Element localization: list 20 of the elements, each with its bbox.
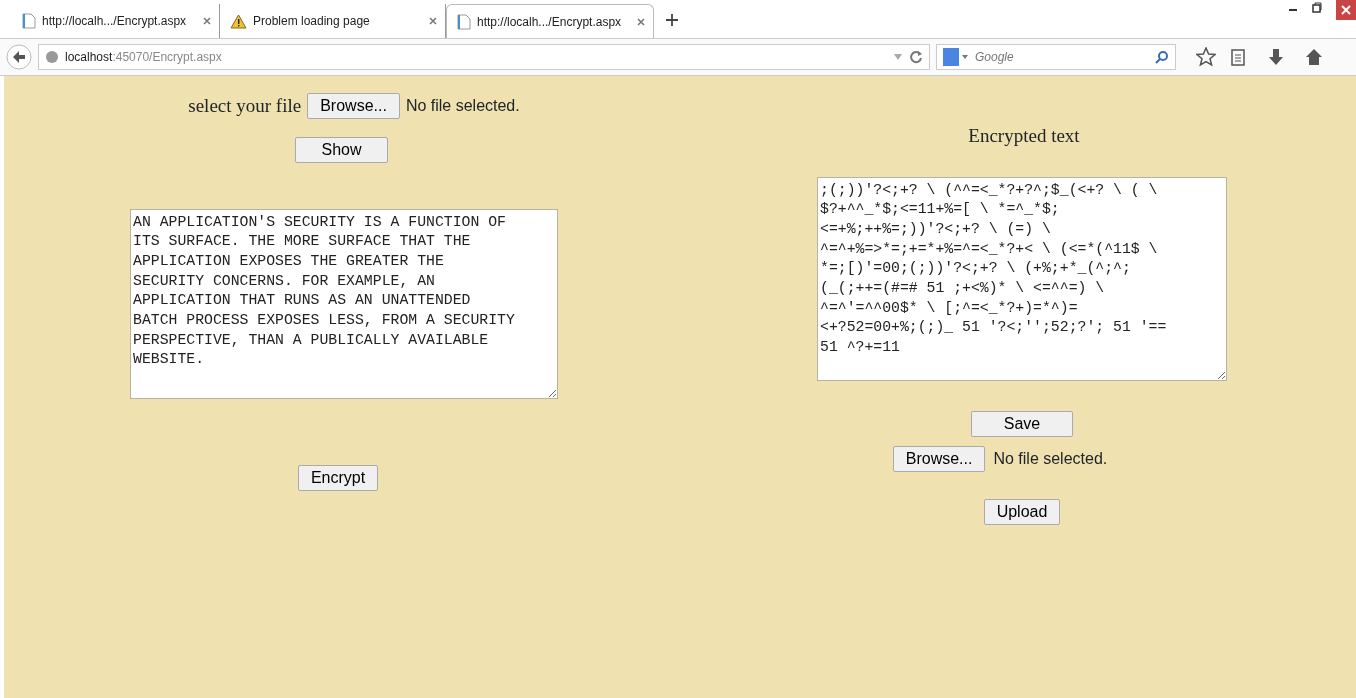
search-field[interactable]: Google [936, 44, 1176, 70]
upload-button[interactable]: Upload [983, 498, 1061, 525]
encrypted-text-area[interactable]: ;(;))'?<;+? \ (^^=<_*?+?^;$_(<+? \ ( \ $?+^^_*$;<=11+%=[ \ *=^_*$; <=+%;++%=;))'?<;+? \ (=) \ ^=^+%=>*=;+=*+%=^=<_*?+< \ (<=*(^11$ \ *=;[)'=00;(;))'?<;+? \ (+%;+*_(^;^; (_(;++=(#=# 51 ;+<%)* \ <=^^=) \ ^=^'=^^00$* \ [;^=<_*?+)=*^)= <+?52=00+%;(;)_ 51 '?<;'';52;?'; 51 '== 51 ^?+=11 [817, 176, 1227, 381]
file-status: No file selected. [993, 448, 1108, 469]
file-status: No file selected. [405, 96, 520, 117]
tab-title: Problem loading page [253, 13, 370, 30]
browser-tab[interactable]: http://localh.../Encrypt.aspx [446, 4, 654, 38]
address-text: localhost:45070/Encrypt.aspx [65, 49, 222, 66]
search-placeholder: Google [975, 49, 1014, 66]
tab-title: http://localh.../Encrypt.aspx [42, 13, 187, 30]
plain-text-area[interactable]: AN APPLICATION'S SECURITY IS A FUNCTION OF ITS SURFACE. THE MORE SURFACE THAT THE APPLICATION EXPOSES THE GREATER THE SECURITY CONCERNS. FOR EXAMPLE, AN APPLICATION THAT RUNS AS AN UNATTENDED BATCH PROCESS EXPOSES LESS, FROM A SECURITY PERSPECTIVE, THAN A PUBLICALLY AVAILABLE WEBSITE. [130, 208, 558, 399]
browse-button[interactable]: Browse... [307, 93, 400, 120]
file-label: select your file [188, 94, 302, 118]
encrypted-heading: Encrypted text [968, 124, 1080, 148]
show-button[interactable]: Show [295, 136, 388, 163]
address-field[interactable]: localhost:45070/Encrypt.aspx [38, 44, 930, 70]
tab-title: http://localh.../Encrypt.aspx [477, 13, 622, 31]
browse-button[interactable]: Browse... [892, 445, 986, 472]
encrypt-button[interactable]: Encrypt [297, 464, 379, 491]
save-button[interactable]: Save [970, 410, 1074, 437]
